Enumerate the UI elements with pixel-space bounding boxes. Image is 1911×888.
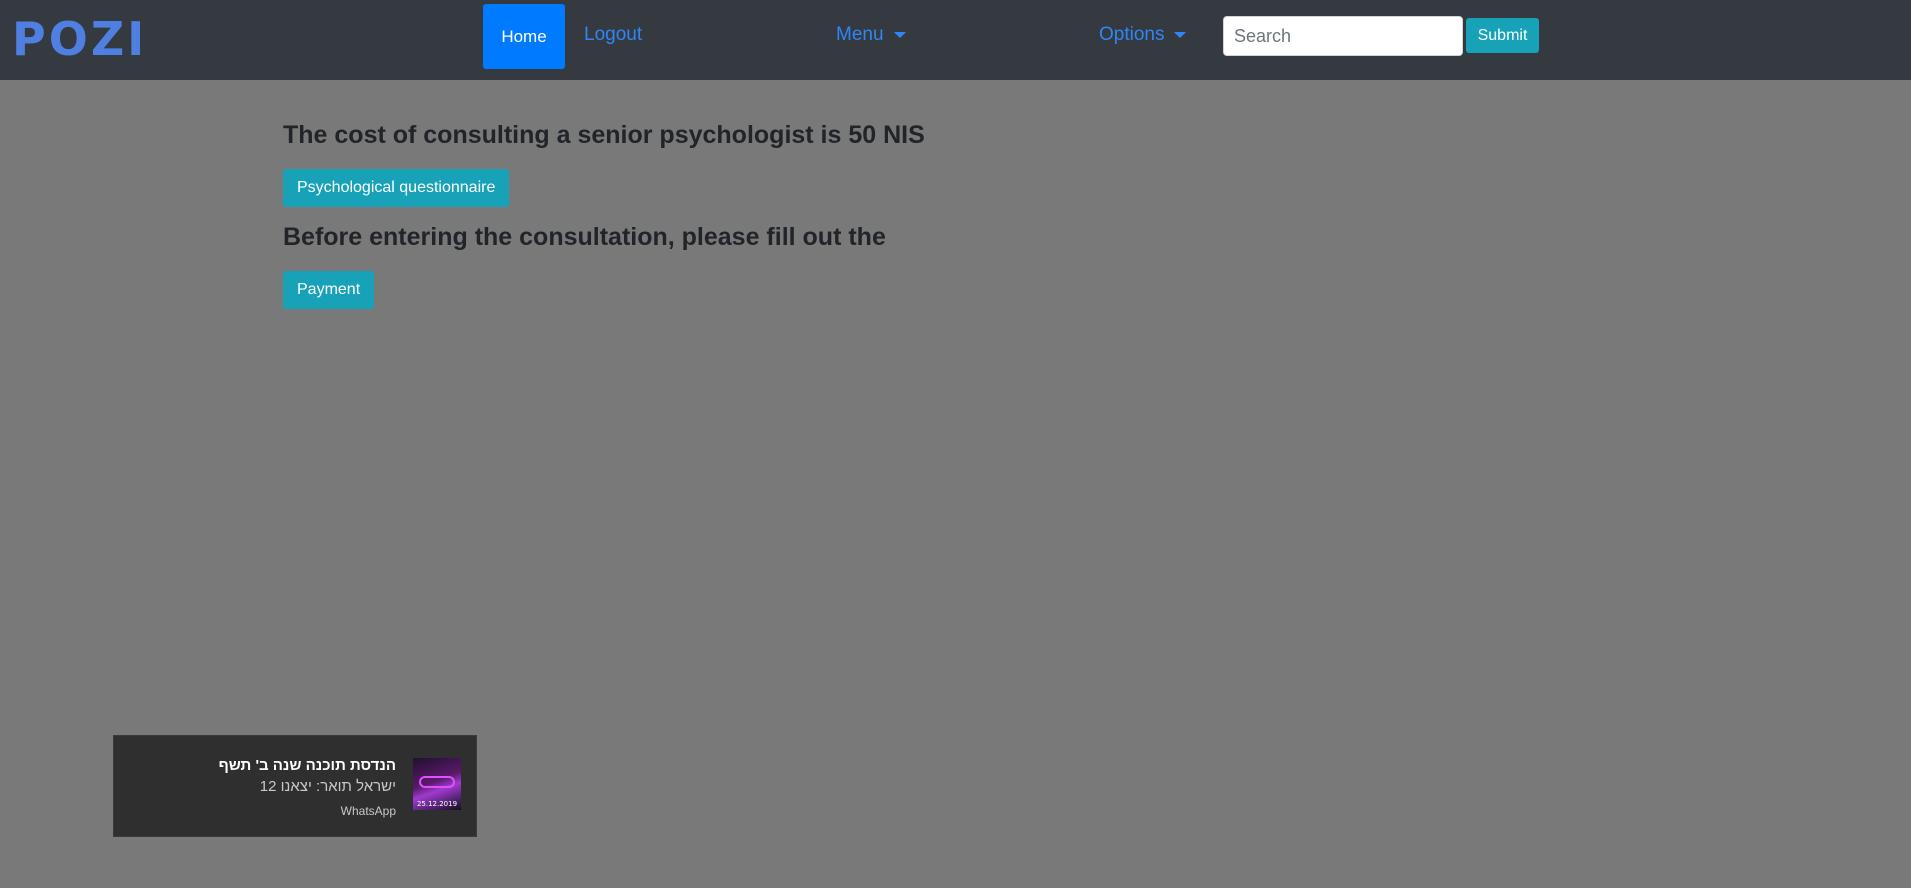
payment-button[interactable]: Payment: [283, 271, 375, 309]
cost-heading: The cost of consulting a senior psycholo…: [283, 121, 925, 149]
submit-button[interactable]: Submit: [1466, 18, 1539, 53]
notification-app-name: WhatsApp: [340, 804, 396, 818]
psychological-questionnaire-button[interactable]: Psychological questionnaire: [283, 169, 510, 207]
brand-logo[interactable]: POZI: [12, 12, 147, 66]
logout-label: Logout: [584, 24, 643, 45]
caret-down-icon: [893, 32, 906, 38]
menu-label: Menu: [836, 24, 884, 45]
notification-title: הנדסת תוכנה שנה ב' תשף: [218, 757, 396, 774]
caret-down-icon: [1174, 32, 1187, 38]
search-input[interactable]: [1223, 16, 1463, 56]
group-photo-icon: 25.12.2019: [413, 758, 461, 810]
options-label: Options: [1099, 24, 1165, 45]
top-navbar: POZI Home Logout Menu Options Submit: [0, 0, 1911, 80]
instruction-heading: Before entering the consultation, please…: [283, 223, 886, 251]
options-dropdown[interactable]: Options: [1099, 24, 1187, 46]
nav-logout-link[interactable]: Logout: [584, 24, 642, 46]
nav-home-link[interactable]: Home: [483, 4, 565, 69]
notification-message: ישראל תואר: יצאנו 12: [259, 778, 396, 795]
menu-dropdown[interactable]: Menu: [836, 24, 906, 46]
whatsapp-notification[interactable]: 25.12.2019 הנדסת תוכנה שנה ב' תשף ישראל …: [113, 735, 477, 837]
notification-text: הנדסת תוכנה שנה ב' תשף ישראל תואר: יצאנו…: [219, 756, 396, 819]
